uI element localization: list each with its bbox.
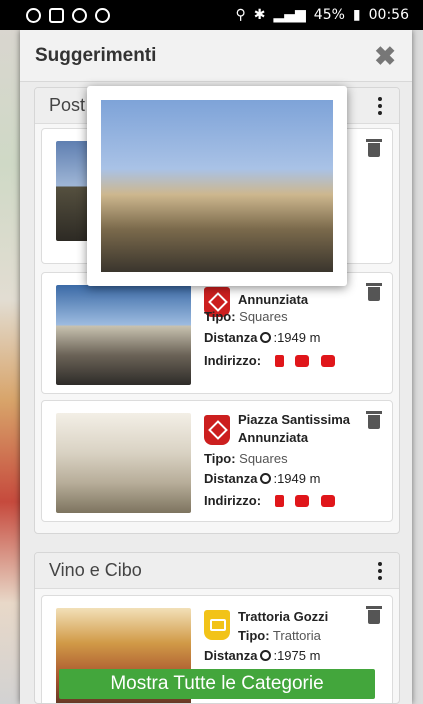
place-photo[interactable] [56, 285, 191, 385]
close-icon[interactable]: ✖ [374, 43, 396, 69]
photo-preview-popup[interactable] [87, 86, 347, 286]
place-card[interactable]: Piazza Ss. Annunziata Tipo: Squares Dist… [41, 272, 393, 394]
walk-icon[interactable] [274, 355, 284, 367]
status-bar: ⚲ ✱ ▂▄▆ 45% ▮ 00:56 [0, 0, 423, 30]
place-type: Tipo: Squares [204, 309, 288, 324]
section-title: Vino e Cibo [49, 560, 142, 580]
place-name: Piazza Santissima Annunziata [238, 412, 350, 445]
place-address: Indirizzo: [204, 493, 335, 508]
delete-icon[interactable] [366, 139, 382, 157]
car-icon[interactable] [295, 495, 310, 507]
whatsapp-icon [26, 7, 41, 23]
place-distance: Distanza:1949 m [204, 330, 321, 345]
section-title: Post [49, 95, 86, 115]
place-type: Tipo: Squares [204, 451, 288, 466]
location-icon: ⚲ [235, 7, 246, 23]
place-photo[interactable] [56, 413, 191, 513]
sync-icon [72, 7, 87, 23]
place-address: Indirizzo: [204, 353, 335, 368]
dialog-header: Suggerimenti ✖ [20, 30, 412, 82]
place-distance: Distanza:1975 m [204, 648, 321, 663]
bus-icon[interactable] [320, 495, 335, 507]
section-header: Vino e Cibo [35, 553, 399, 589]
clock-icon [260, 650, 272, 661]
clock-icon [260, 473, 272, 484]
place-name: Trattoria Gozzi [238, 609, 329, 624]
delete-icon[interactable] [366, 606, 382, 624]
bluetooth-icon: ✱ [253, 7, 266, 23]
delete-icon[interactable] [366, 283, 382, 301]
show-all-categories-button[interactable]: Mostra Tutte le Categorie [59, 669, 375, 699]
walk-icon[interactable] [274, 495, 284, 507]
battery-icon: ▮ [352, 7, 361, 23]
clock-icon [260, 332, 272, 343]
signal-icon: ▂▄▆ [273, 7, 306, 23]
restaurant-category-icon [204, 610, 230, 640]
square-category-icon [204, 415, 230, 445]
clock-time: 00:56 [368, 7, 409, 23]
car-icon[interactable] [295, 355, 310, 367]
dialog-title: Suggerimenti [35, 44, 157, 66]
place-distance: Distanza:1949 m [204, 471, 321, 486]
bus-icon[interactable] [320, 355, 335, 367]
notification-icon [95, 7, 110, 23]
battery-percent: 45% [313, 7, 345, 23]
delete-icon[interactable] [366, 411, 382, 429]
preview-photo [101, 100, 333, 272]
place-type: Tipo: Trattoria [238, 628, 321, 643]
place-card[interactable]: Piazza Santissima Annunziata Tipo: Squar… [41, 400, 393, 522]
more-options-icon[interactable] [377, 561, 383, 580]
gallery-icon [49, 7, 64, 23]
map-background[interactable] [0, 30, 20, 704]
more-options-icon[interactable] [377, 96, 383, 115]
